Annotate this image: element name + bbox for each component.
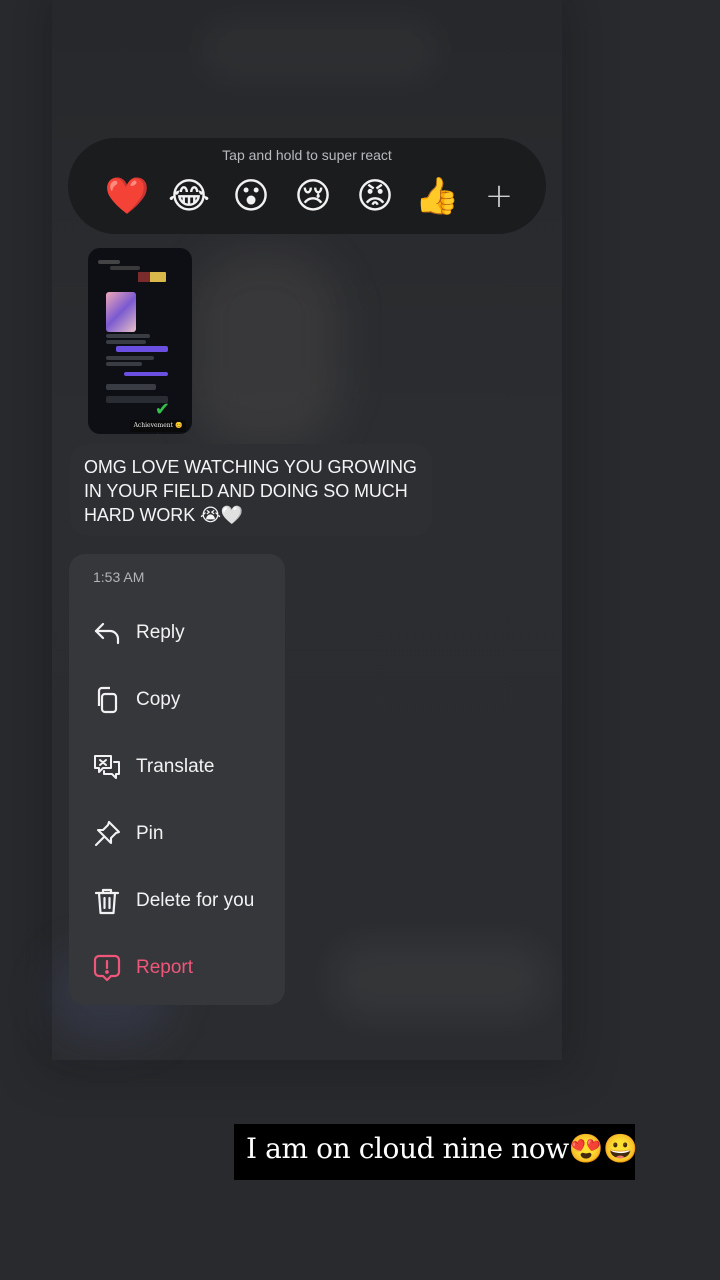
thumb-red-block — [138, 272, 150, 282]
thumb-msg-line — [106, 362, 142, 366]
menu-item-report[interactable]: Report — [69, 940, 285, 996]
menu-item-label: Reply — [136, 622, 185, 643]
menu-item-copy[interactable]: Copy — [69, 672, 285, 728]
blurred-bubble — [330, 940, 550, 1020]
menu-item-reply[interactable]: Reply — [69, 605, 285, 661]
menu-item-pin[interactable]: Pin — [69, 806, 285, 862]
thumb-header-line — [110, 266, 140, 270]
blurred-header — [200, 20, 440, 80]
reaction-hint: Tap and hold to super react — [222, 147, 392, 163]
reaction-bar: Tap and hold to super react ❤️ 😂 😮 😢 😡 👍… — [68, 138, 546, 234]
message-timestamp: 1:53 AM — [93, 569, 145, 585]
thumb-status-line — [98, 260, 120, 264]
reaction-sad[interactable]: 😢 — [282, 174, 344, 218]
more-reactions-plus-icon[interactable]: + — [468, 174, 530, 218]
story-caption-text: I am on cloud nine now😍😀 — [246, 1132, 638, 1165]
thumb-caption: Achievement 😊🔥 — [130, 420, 186, 432]
thumb-msg-line — [106, 334, 150, 338]
message-text: OMG LOVE WATCHING YOU GROWING IN YOUR FI… — [84, 457, 417, 525]
translate-icon — [91, 751, 123, 783]
reaction-laugh[interactable]: 😂 — [158, 174, 220, 218]
blurred-content — [190, 250, 340, 450]
checkmark-icon: ✔ — [154, 399, 170, 419]
story-caption-box: I am on cloud nine now😍😀 — [234, 1124, 638, 1180]
thumb-msg-purple — [124, 372, 168, 376]
menu-item-label: Delete for you — [136, 890, 255, 911]
report-icon — [91, 952, 123, 984]
message-context-menu: 1:53 AM Reply Copy Translate Pin Delete … — [69, 554, 285, 1005]
thumb-photo — [106, 292, 136, 332]
menu-item-label: Pin — [136, 823, 164, 844]
shared-screenshot-thumbnail[interactable]: ✔ Achievement 😊🔥 — [88, 248, 192, 434]
menu-item-delete[interactable]: Delete for you — [69, 873, 285, 929]
reaction-thumbs-up[interactable]: 👍 — [406, 174, 468, 218]
message-bubble[interactable]: OMG LOVE WATCHING YOU GROWING IN YOUR FI… — [70, 444, 432, 536]
reaction-heart[interactable]: ❤️ — [96, 174, 158, 218]
thumb-msg-line — [106, 340, 146, 344]
copy-icon — [91, 684, 123, 716]
reaction-angry[interactable]: 😡 — [344, 174, 406, 218]
trash-icon — [91, 885, 123, 917]
reply-icon — [91, 617, 123, 649]
menu-item-label: Translate — [136, 756, 215, 777]
reaction-emoji-row: ❤️ 😂 😮 😢 😡 👍 + — [96, 174, 530, 218]
thumb-msg-line — [106, 356, 154, 360]
pin-icon — [91, 818, 123, 850]
thumb-msg-purple — [116, 346, 168, 352]
menu-item-translate[interactable]: Translate — [69, 739, 285, 795]
menu-item-label: Copy — [136, 689, 181, 710]
thumb-msg-line — [106, 384, 156, 390]
reaction-wow[interactable]: 😮 — [220, 174, 282, 218]
menu-item-label: Report — [136, 957, 194, 978]
